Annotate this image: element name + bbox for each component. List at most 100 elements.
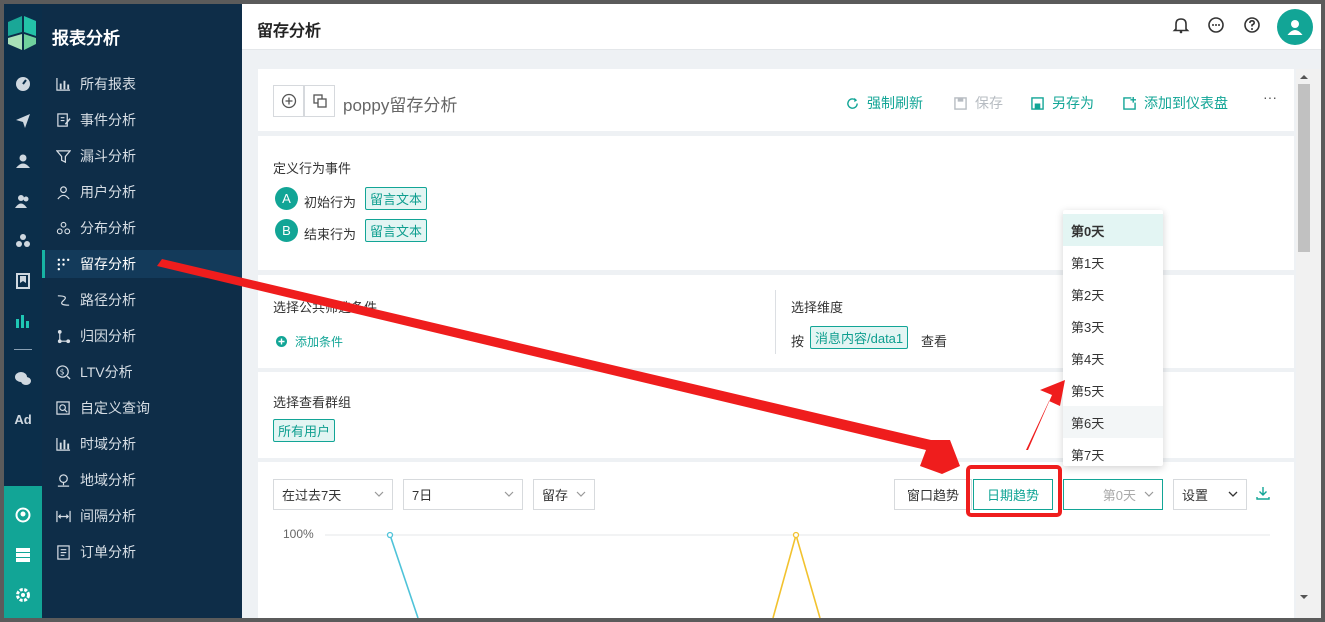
page-title: 留存分析 (257, 23, 322, 40)
day-option[interactable]: 第4天 (1063, 342, 1163, 374)
sidebar-item[interactable]: 所有报表 (42, 70, 242, 98)
sidebar-item-label: 事件分析 (80, 112, 136, 128)
add-condition-button[interactable]: 添加条件 (276, 333, 343, 350)
window-trend-button[interactable]: 窗口趋势 (894, 479, 972, 510)
custom-query-icon (54, 399, 72, 417)
sidebar-item[interactable]: 归因分析 (42, 322, 242, 350)
sidebar-item[interactable]: $ LTV分析 (42, 358, 242, 386)
avatar-icon[interactable] (1277, 9, 1313, 45)
list-icon[interactable] (13, 546, 33, 564)
day-option[interactable]: 第1天 (1063, 246, 1163, 278)
day-option[interactable]: 第7天 (1063, 438, 1163, 470)
sidebar-item[interactable]: 地域分析 (42, 466, 242, 494)
day-select[interactable]: 第0天 (1063, 479, 1163, 510)
attribution-icon (54, 327, 72, 345)
sidebar-item[interactable]: 留存分析 (42, 250, 242, 278)
day-select-value: 第0天 (1102, 488, 1136, 503)
bell-icon[interactable] (1172, 16, 1192, 36)
app-window: Ad 报表分析 所有报表 事件分析 漏斗分析 用户分析 分布分析 留存分析 路径分析 归因分析… (4, 4, 1321, 618)
cluster-icon[interactable] (13, 232, 33, 250)
by-label: 按 (791, 334, 805, 349)
end-event-badge: B (275, 219, 298, 242)
refresh-button[interactable]: 强制刷新 (846, 93, 923, 113)
day-dropdown: 第0天 第1天 第2天 第3天 第4天 第5天 第6天 第7天 (1063, 210, 1163, 466)
metric-value: 留存 (542, 488, 569, 503)
stats-icon[interactable] (13, 312, 33, 330)
day-option[interactable]: 第2天 (1063, 278, 1163, 310)
scroll-up-icon[interactable] (1298, 72, 1310, 82)
metric-select[interactable]: 留存 (533, 479, 595, 510)
refresh-icon (847, 97, 858, 109)
sidebar-item[interactable]: 间隔分析 (42, 502, 242, 530)
location-icon (54, 471, 72, 489)
gear-icon[interactable] (13, 586, 33, 604)
switch-report-icon[interactable] (304, 85, 335, 117)
data-point[interactable] (386, 531, 394, 539)
end-event-tag[interactable]: 留言文本 (365, 219, 428, 242)
save-button[interactable]: 保存 (954, 93, 1003, 113)
team-icon[interactable] (13, 506, 33, 524)
data-point[interactable] (792, 531, 800, 539)
settings-select[interactable]: 设置 (1173, 479, 1247, 510)
report-header-card: poppy留存分析 强制刷新 保存 另存为 添加到仪表盘 ··· (258, 69, 1294, 131)
sidebar-item[interactable]: 时域分析 (42, 430, 242, 458)
sidebar-item-label: 漏斗分析 (80, 148, 136, 164)
sidebar-item[interactable]: 订单分析 (42, 538, 242, 566)
scroll-down-icon[interactable] (1298, 592, 1310, 602)
add-report-button[interactable] (273, 85, 304, 117)
sidebar-item-label: 间隔分析 (80, 508, 136, 524)
download-icon[interactable] (1256, 486, 1270, 500)
sidebar-item[interactable]: 用户分析 (42, 178, 242, 206)
view-label: 查看 (921, 334, 948, 349)
dimension-tag[interactable]: 消息内容/data1 (810, 326, 909, 349)
chevron-down-icon (1144, 491, 1154, 497)
more-button[interactable]: ··· (1263, 89, 1277, 105)
start-event-tag[interactable]: 留言文本 (365, 187, 428, 210)
chevron-down-icon (576, 491, 586, 497)
bookmark-icon[interactable] (13, 272, 33, 290)
interval-icon (54, 507, 72, 525)
dashboard-icon[interactable] (13, 74, 33, 92)
date-trend-button[interactable]: 日期趋势 (973, 479, 1053, 510)
report-name[interactable]: poppy留存分析 (343, 91, 457, 116)
edit-document-icon (54, 111, 72, 129)
event-section-title: 定义行为事件 (273, 161, 352, 176)
sidebar-item-label: 订单分析 (80, 544, 136, 560)
day-option[interactable]: 第6天 (1063, 406, 1163, 438)
add-to-dashboard-button[interactable]: 添加到仪表盘 (1123, 93, 1228, 113)
sidebar-item-label: 分布分析 (80, 220, 136, 236)
scrollbar-thumb[interactable] (1298, 84, 1310, 252)
filter-section-title: 选择公共筛选条件 (273, 300, 378, 315)
top-bar: 留存分析 (242, 4, 1321, 50)
chevron-down-icon (504, 491, 514, 497)
bar-chart-icon (54, 75, 72, 93)
user-icon[interactable] (13, 152, 33, 170)
sidebar-item-label: 归因分析 (80, 328, 136, 344)
group-tag[interactable]: 所有用户 (273, 419, 336, 442)
sidebar-item[interactable]: 分布分析 (42, 214, 242, 242)
day-option[interactable]: 第0天 (1063, 214, 1163, 246)
user-icon (54, 183, 72, 201)
icon-rail: Ad (4, 4, 42, 618)
start-event-label: 初始行为 (304, 195, 357, 210)
help-icon[interactable] (1243, 16, 1263, 36)
sidebar-item[interactable]: 自定义查询 (42, 394, 242, 422)
granularity-select[interactable]: 7日 (403, 479, 523, 510)
date-range-select[interactable]: 在过去7天 (273, 479, 393, 510)
ad-icon[interactable]: Ad (13, 410, 33, 428)
sidebar-item[interactable]: 事件分析 (42, 106, 242, 134)
save-label: 保存 (975, 95, 1003, 111)
wechat-icon[interactable] (13, 370, 33, 388)
send-icon[interactable] (13, 112, 33, 130)
users-icon[interactable] (13, 192, 33, 210)
refresh-label: 强制刷新 (867, 95, 923, 111)
sidebar-item[interactable]: 漏斗分析 (42, 142, 242, 170)
day-option[interactable]: 第3天 (1063, 310, 1163, 342)
sidebar-item[interactable]: 路径分析 (42, 286, 242, 314)
chart-card: 在过去7天 7日 留存 窗口趋势 日期趋势 第0天 设置 100% (258, 462, 1294, 618)
chat-icon[interactable] (1207, 16, 1227, 36)
day-option[interactable]: 第5天 (1063, 374, 1163, 406)
funnel-icon (54, 147, 72, 165)
save-as-button[interactable]: 另存为 (1031, 93, 1094, 113)
sidebar-menu: 报表分析 所有报表 事件分析 漏斗分析 用户分析 分布分析 留存分析 路径分析 归因分析 $ LT… (42, 4, 242, 618)
